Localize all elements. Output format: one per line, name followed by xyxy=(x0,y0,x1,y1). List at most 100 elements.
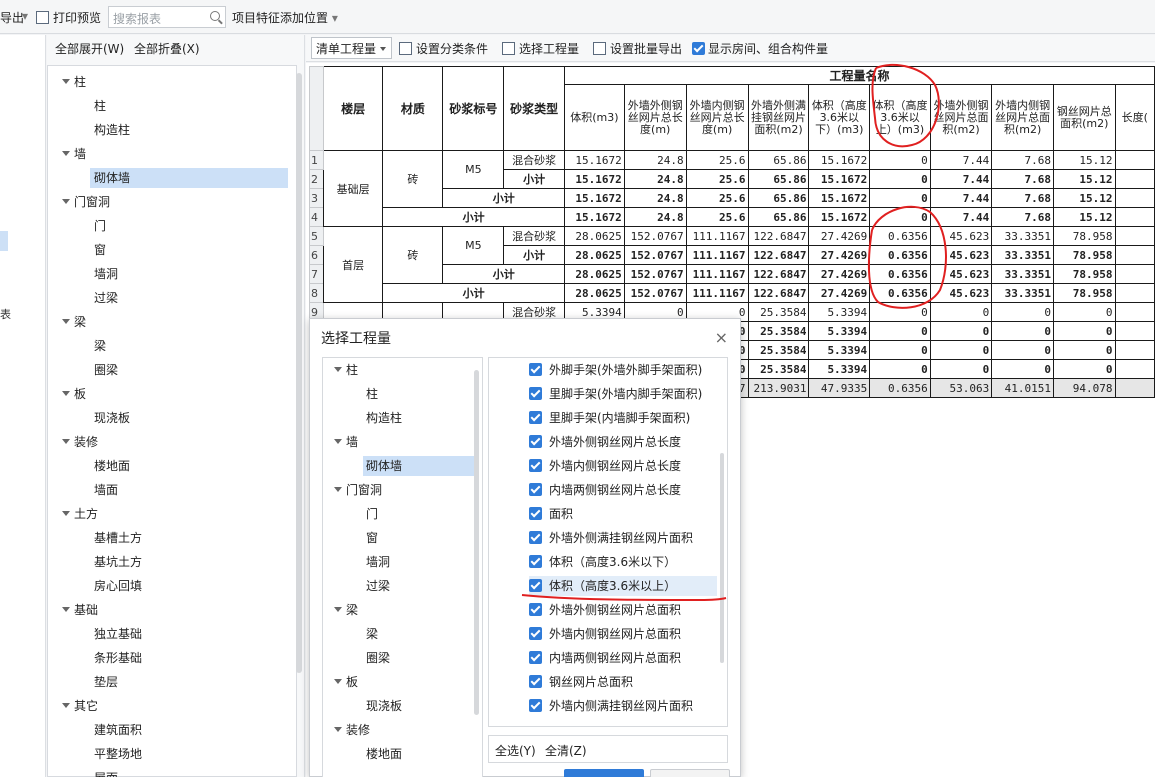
value-cell[interactable]: 15.12 xyxy=(1052,207,1116,227)
dialog-tree-item[interactable]: 砌体墙 xyxy=(363,456,479,476)
value-cell[interactable]: 0 xyxy=(869,359,931,379)
value-cell[interactable]: 0 xyxy=(929,359,993,379)
value-cell[interactable]: 0 xyxy=(1052,359,1116,379)
checkbox-checked-icon[interactable] xyxy=(529,363,542,376)
quantity-checkbox-item[interactable]: 体积（高度3.6米以下） xyxy=(529,552,717,572)
value-cell[interactable] xyxy=(1114,245,1155,265)
mortar-type-cell[interactable]: 混合砂浆 xyxy=(503,226,565,246)
checkbox-checked-icon[interactable] xyxy=(529,531,542,544)
chevron-down-icon[interactable] xyxy=(334,607,342,612)
value-cell[interactable]: 7.68 xyxy=(991,207,1054,227)
value-cell[interactable]: 25.3584 xyxy=(747,302,810,322)
value-cell[interactable]: 122.6847 xyxy=(747,245,810,265)
checkbox-checked-icon[interactable] xyxy=(529,651,542,664)
tree-item[interactable]: 基坑土方 xyxy=(48,552,288,572)
chevron-down-icon[interactable] xyxy=(334,439,342,444)
export-button[interactable]: 导出 xyxy=(0,9,24,26)
collapse-all-button[interactable]: 全部折叠(X) xyxy=(134,40,200,57)
tree-category[interactable]: 墙 xyxy=(48,144,288,164)
dialog-tree-item[interactable]: 窗 xyxy=(323,528,473,548)
cancel-button[interactable] xyxy=(650,769,730,777)
row-number[interactable]: 2 xyxy=(309,169,324,189)
value-cell[interactable]: 47.9335 xyxy=(808,378,871,398)
chevron-down-icon[interactable] xyxy=(62,319,70,324)
dialog-tree-item[interactable]: 圈梁 xyxy=(323,648,473,668)
quantity-checkbox-item[interactable]: 外墙外侧钢丝网片总长度 xyxy=(529,432,717,452)
value-cell[interactable]: 0 xyxy=(991,359,1054,379)
print-preview-button[interactable]: 打印预览 xyxy=(36,9,101,26)
tree-item[interactable]: 柱 xyxy=(48,96,288,116)
value-cell[interactable] xyxy=(1114,378,1155,398)
value-cell[interactable] xyxy=(1114,264,1155,284)
value-cell[interactable]: 0.6356 xyxy=(869,283,931,303)
quantity-checkbox-item[interactable]: 体积（高度3.6米以上） xyxy=(529,576,717,596)
checkbox-checked-icon[interactable] xyxy=(529,483,542,496)
value-cell[interactable]: 65.86 xyxy=(747,207,810,227)
value-cell[interactable]: 152.0767 xyxy=(623,226,687,246)
value-cell[interactable]: 28.0625 xyxy=(564,264,625,284)
subtotal-cell[interactable]: 小计 xyxy=(382,283,565,303)
value-cell[interactable]: 0 xyxy=(991,321,1054,341)
value-cell[interactable]: 0 xyxy=(869,169,931,189)
chevron-down-icon[interactable]: ▾ xyxy=(22,9,28,23)
dialog-tree-category[interactable]: 门窗洞 xyxy=(323,480,473,500)
quantity-list-scrollbar[interactable] xyxy=(720,453,724,663)
value-cell[interactable]: 78.958 xyxy=(1052,245,1116,265)
left-nav-selected[interactable] xyxy=(0,231,8,251)
value-cell[interactable]: 152.0767 xyxy=(623,245,687,265)
tree-item[interactable]: 独立基础 xyxy=(48,624,288,644)
value-cell[interactable]: 0 xyxy=(869,188,931,208)
set-category-button[interactable]: 设置分类条件 xyxy=(399,40,488,57)
value-cell[interactable]: 15.1672 xyxy=(564,207,625,227)
value-cell[interactable]: 27.4269 xyxy=(808,226,871,246)
value-cell[interactable]: 7.68 xyxy=(991,169,1054,189)
checkbox-checked-icon[interactable] xyxy=(529,459,542,472)
value-cell[interactable]: 0 xyxy=(869,150,931,170)
row-number[interactable]: 1 xyxy=(309,150,324,170)
search-input[interactable]: 搜索报表 xyxy=(108,6,226,28)
chevron-down-icon[interactable] xyxy=(62,511,70,516)
value-cell[interactable]: 25.6 xyxy=(685,150,749,170)
dialog-tree-category[interactable]: 装修 xyxy=(323,720,473,740)
checkbox-checked-icon[interactable] xyxy=(529,603,542,616)
expand-all-button[interactable]: 全部展开(W) xyxy=(55,40,124,57)
value-cell[interactable]: 28.0625 xyxy=(564,283,625,303)
value-cell[interactable]: 25.6 xyxy=(685,207,749,227)
tree-category[interactable]: 柱 xyxy=(48,72,288,92)
subtotal-cell[interactable]: 小计 xyxy=(442,188,565,208)
tree-item[interactable]: 墙洞 xyxy=(48,264,288,284)
value-cell[interactable]: 0 xyxy=(1052,321,1116,341)
table-row[interactable]: 8 小计 28.0625 152.0767 111.1167 122.6847 27.426… xyxy=(309,283,1155,303)
checkbox-checked-icon[interactable] xyxy=(529,579,542,592)
dialog-tree-item[interactable]: 构造柱 xyxy=(323,408,473,428)
checkbox-checked-icon[interactable] xyxy=(529,411,542,424)
tree-item[interactable]: 构造柱 xyxy=(48,120,288,140)
quantity-checkbox-item[interactable]: 外脚手架(外墙外脚手架面积) xyxy=(529,360,717,380)
value-cell[interactable]: 27.4269 xyxy=(808,245,871,265)
checkbox-checked-icon[interactable] xyxy=(529,627,542,640)
tree-category[interactable]: 其它 xyxy=(48,696,288,716)
value-cell[interactable]: 7.44 xyxy=(929,207,993,227)
checkbox-checked-icon[interactable] xyxy=(529,675,542,688)
floor-cell[interactable]: 基础层 xyxy=(322,150,384,227)
tree-item[interactable]: 基槽土方 xyxy=(48,528,288,548)
subtotal-cell[interactable]: 小计 xyxy=(503,169,565,189)
dialog-tree-item[interactable]: 楼地面 xyxy=(323,744,473,764)
chevron-down-icon[interactable] xyxy=(62,703,70,708)
value-cell[interactable]: 45.623 xyxy=(929,245,993,265)
chevron-down-icon[interactable] xyxy=(334,679,342,684)
value-cell[interactable]: 111.1167 xyxy=(685,283,749,303)
tree-item[interactable]: 屋面 xyxy=(48,768,288,777)
dialog-tree-item[interactable]: 墙洞 xyxy=(323,552,473,572)
value-cell[interactable] xyxy=(1114,359,1155,379)
tree-item[interactable]: 砌体墙 xyxy=(48,168,288,188)
row-number[interactable]: 6 xyxy=(309,245,324,265)
chevron-down-icon[interactable] xyxy=(62,607,70,612)
chevron-down-icon[interactable] xyxy=(62,199,70,204)
clear-all-button[interactable]: 全清(Z) xyxy=(545,742,587,759)
value-cell[interactable]: 0 xyxy=(869,340,931,360)
quantity-type-dropdown[interactable]: 清单工程量 xyxy=(311,37,392,59)
ok-button[interactable] xyxy=(564,769,644,777)
dialog-tree-item[interactable]: 门 xyxy=(323,504,473,524)
value-cell[interactable] xyxy=(1114,207,1155,227)
